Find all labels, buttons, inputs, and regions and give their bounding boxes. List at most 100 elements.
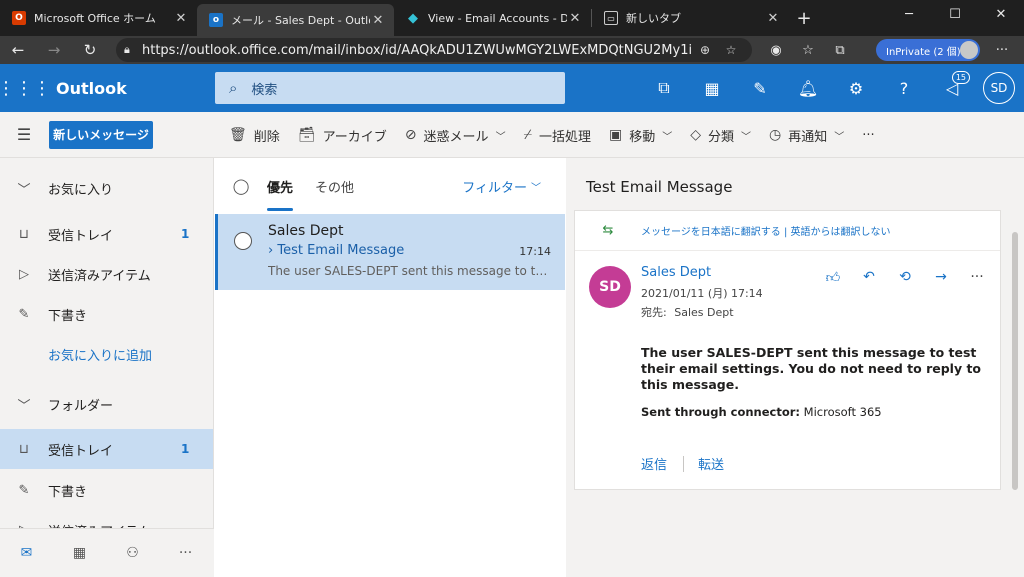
search-box[interactable]: ⌕ 検索 xyxy=(215,72,565,104)
zoom-icon[interactable]: ⊕ xyxy=(692,43,718,57)
snooze-button[interactable]: ◷ 再通知 ﹀ xyxy=(760,112,853,158)
tab-title: メール - Sales Dept - Outlook xyxy=(231,14,370,27)
extension-icon[interactable]: ◉ xyxy=(760,43,792,58)
people-icon[interactable]: ⚇ xyxy=(106,529,159,577)
close-icon[interactable]: ✕ xyxy=(765,11,781,26)
collections-icon[interactable]: ⧉ xyxy=(824,43,856,58)
back-icon[interactable]: ← xyxy=(0,36,36,64)
archive-label: アーカイブ xyxy=(322,129,387,145)
snooze-label: 再通知 xyxy=(788,129,828,145)
favorites-header[interactable]: ﹀ お気に入り xyxy=(0,168,213,208)
nav-folder-inbox[interactable]: ⊔ 受信トレイ 1 xyxy=(0,429,213,469)
sender-avatar[interactable]: SD xyxy=(589,266,631,308)
tab-other[interactable]: その他 xyxy=(315,158,354,214)
new-message-button[interactable]: 新しいメッセージ xyxy=(49,120,153,149)
trash-icon: 🗑︎ xyxy=(229,127,247,143)
lock-icon: 🔒︎ xyxy=(124,43,130,56)
select-radio[interactable] xyxy=(234,232,252,250)
delete-button[interactable]: 🗑︎ 削除 xyxy=(220,112,289,158)
archive-button[interactable]: 🗃︎ アーカイブ xyxy=(289,112,396,158)
search-placeholder: 検索 xyxy=(251,82,278,98)
move-button[interactable]: ▣ 移動 ﹀ xyxy=(600,112,681,158)
folders-header[interactable]: ﹀ フォルダー xyxy=(0,384,213,424)
help-icon[interactable]: ? xyxy=(880,64,928,112)
minimize-icon[interactable]: ─ xyxy=(886,0,932,28)
office-app-icon[interactable]: ▦ xyxy=(688,64,736,112)
refresh-icon[interactable]: ↻ xyxy=(72,36,108,64)
browser-menu-icon[interactable]: ··· xyxy=(988,36,1016,64)
connector-value: Microsoft 365 xyxy=(803,405,882,419)
app-launcher-icon[interactable]: ⋮⋮⋮ xyxy=(0,64,51,112)
recipient-name[interactable]: Sales Dept xyxy=(674,306,733,319)
teams-chat-icon[interactable]: ⧉ xyxy=(640,64,688,112)
folder-pane: ﹀ お気に入り ⊔ 受信トレイ 1 ▷ 送信済みアイテム ✎ 下書き お気に入り… xyxy=(0,158,214,577)
reply-all-icon[interactable]: ⟲ xyxy=(887,269,923,286)
settings-gear-icon[interactable]: ⚙ xyxy=(832,64,880,112)
tab-focused[interactable]: 優先 xyxy=(267,158,294,214)
nav-fav-inbox[interactable]: ⊔ 受信トレイ 1 xyxy=(0,214,213,254)
close-icon[interactable]: ✕ xyxy=(567,11,583,26)
message-row[interactable]: Sales Dept › Test Email Message 17:14 Th… xyxy=(215,214,565,290)
unread-count: 1 xyxy=(181,227,190,241)
nav-folder-drafts[interactable]: ✎ 下書き xyxy=(0,470,213,510)
recipient-line: 宛先: Sales Dept xyxy=(641,304,734,320)
forward-icon[interactable]: → xyxy=(36,36,72,64)
categorize-button[interactable]: ◇ 分類 ﹀ xyxy=(681,112,760,158)
message-sender: Sales Dept xyxy=(268,223,344,239)
email-subject: Test Email Message xyxy=(586,178,733,196)
nav-fav-drafts[interactable]: ✎ 下書き xyxy=(0,294,213,334)
block-icon: ⊘ xyxy=(404,127,417,143)
url-field[interactable]: 🔒︎ https://outlook.office.com/mail/inbox… xyxy=(116,38,752,62)
junk-button[interactable]: ⊘ 迷惑メール ﹀ xyxy=(396,112,515,158)
message-preview: The user SALES-DEPT sent this message to… xyxy=(268,264,553,278)
close-window-icon[interactable]: ✕ xyxy=(978,0,1024,28)
tab-new-tab[interactable]: ▭ 新しいタブ ✕ xyxy=(592,0,789,36)
brand-title[interactable]: Outlook xyxy=(56,79,214,98)
more-apps-icon[interactable]: ··· xyxy=(159,529,212,577)
reading-scrollbar[interactable] xyxy=(1012,232,1018,490)
close-icon[interactable]: ✕ xyxy=(173,11,189,26)
delete-label: 削除 xyxy=(253,129,280,145)
more-actions-icon[interactable]: ··· xyxy=(959,269,995,286)
like-icon[interactable]: 👍︎ xyxy=(815,269,851,286)
filter-button[interactable]: フィルター ﹀ xyxy=(462,158,541,214)
mail-icon[interactable]: ✉ xyxy=(0,529,53,577)
select-all-icon[interactable]: ◯ xyxy=(215,177,267,195)
sender-name[interactable]: Sales Dept xyxy=(641,265,711,280)
email-body: The user SALES-DEPT sent this message to… xyxy=(641,345,982,392)
tab-outlook-mail[interactable]: o メール - Sales Dept - Outlook ✕ xyxy=(197,4,394,36)
forward-icon[interactable]: → xyxy=(923,269,959,286)
tab-office-home[interactable]: O Microsoft Office ホーム ✕ xyxy=(0,0,197,36)
favorite-star-icon[interactable]: ☆ xyxy=(718,43,744,57)
tab-dynamics[interactable]: ◆ View - Email Accounts - Dynamic ✕ xyxy=(394,0,591,36)
hamburger-menu-icon[interactable]: ☰ xyxy=(0,112,48,158)
clock-icon: ◷ xyxy=(769,127,782,143)
reply-icon[interactable]: ↶ xyxy=(851,269,887,286)
nav-fav-sent[interactable]: ▷ 送信済みアイテム xyxy=(0,254,213,294)
more-commands-button[interactable]: ··· xyxy=(853,112,883,158)
inprivate-button[interactable]: InPrivate (2 個) xyxy=(876,39,980,61)
maximize-icon[interactable]: ☐ xyxy=(932,0,978,28)
user-avatar[interactable]: SD xyxy=(983,72,1015,104)
inprivate-label: InPrivate (2 個) xyxy=(886,46,961,58)
translate-bar: ⇆ メッセージを日本語に翻訳する | 英語からは翻訳しない xyxy=(575,211,1000,251)
header-icons: ⧉ ▦ ✎ 🔔︎ ⚙ ? ◁ 15 xyxy=(640,64,976,112)
nav-label: 下書き xyxy=(48,308,88,324)
forward-button[interactable]: 転送 xyxy=(698,454,724,473)
folder-move-icon: ▣ xyxy=(608,127,623,143)
sweep-button[interactable]: ⌿ 一括処理 xyxy=(515,112,600,158)
favorites-icon[interactable]: ☆ xyxy=(792,43,824,58)
feedback-icon[interactable]: ◁ 15 xyxy=(928,64,976,112)
calendar-icon[interactable]: ▦ xyxy=(53,529,106,577)
add-favorite-link[interactable]: お気に入りに追加 xyxy=(0,334,213,374)
message-subject: › Test Email Message xyxy=(268,243,404,258)
browser-toolbar-icons: ◉ ☆ ⧉ xyxy=(760,36,856,64)
nav-label: 下書き xyxy=(48,484,88,500)
translate-link[interactable]: メッセージを日本語に翻訳する | 英語からは翻訳しない xyxy=(641,223,891,238)
junk-label: 迷惑メール xyxy=(423,129,489,145)
reply-button[interactable]: 返信 xyxy=(641,454,667,473)
new-tab-button[interactable]: + xyxy=(789,0,819,36)
close-icon[interactable]: ✕ xyxy=(370,13,386,28)
todo-icon[interactable]: ✎ xyxy=(736,64,784,112)
notification-bell-icon[interactable]: 🔔︎ xyxy=(784,64,832,112)
